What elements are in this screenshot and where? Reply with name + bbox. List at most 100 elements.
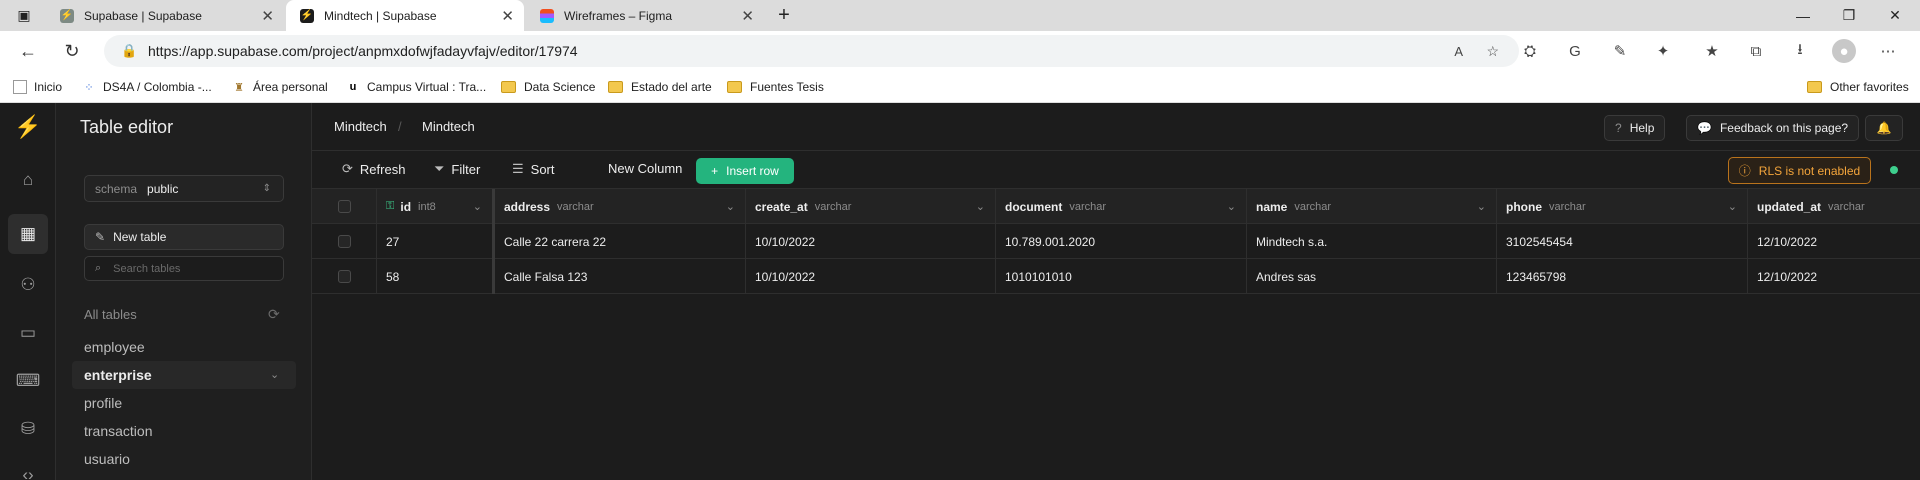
- extension-icon[interactable]: ⛭: [1518, 39, 1542, 63]
- browser-tab[interactable]: Wireframes – Figma ✕: [526, 0, 764, 31]
- row-checkbox[interactable]: [337, 270, 351, 283]
- breadcrumb-project[interactable]: Mindtech: [422, 119, 475, 134]
- tab-actions-icon[interactable]: ▣: [6, 0, 42, 31]
- more-menu-icon[interactable]: ⋯: [1876, 39, 1900, 63]
- home-icon[interactable]: ⌂: [16, 168, 40, 192]
- database-icon[interactable]: ⛁: [16, 417, 40, 441]
- downloads-icon[interactable]: ⭳: [1788, 39, 1812, 63]
- breadcrumb-separator: /: [398, 119, 402, 134]
- bookmark-folder-estado-del-arte[interactable]: Estado del arte: [608, 78, 712, 96]
- storage-icon[interactable]: ▭: [16, 321, 40, 345]
- column-header-create-at[interactable]: create_at varchar ⌄: [746, 189, 996, 224]
- column-header-name[interactable]: name varchar ⌄: [1247, 189, 1497, 224]
- cell-phone[interactable]: 3102545454: [1497, 224, 1748, 259]
- cell-create-at[interactable]: 10/10/2022: [746, 259, 996, 294]
- sort-button[interactable]: ☰ Sort: [512, 161, 555, 177]
- cell-name[interactable]: Mindtech s.a.: [1247, 224, 1497, 259]
- bookmark-folder-fuentes-tesis[interactable]: Fuentes Tesis: [727, 78, 824, 96]
- refresh-button[interactable]: ⟳ Refresh: [342, 161, 405, 177]
- column-header-document[interactable]: document varchar ⌄: [996, 189, 1247, 224]
- bookmark-inicio[interactable]: Inicio: [13, 78, 62, 96]
- cell-id[interactable]: 58: [377, 259, 495, 294]
- refresh-label: Refresh: [359, 161, 406, 177]
- chevron-down-icon[interactable]: ⌄: [726, 200, 735, 213]
- search-tables-input[interactable]: ⌕ Search tables: [84, 256, 284, 281]
- rls-warning-badge[interactable]: ⓘ RLS is not enabled: [1728, 157, 1871, 184]
- back-icon[interactable]: ←: [14, 37, 42, 65]
- api-icon[interactable]: ‹›: [16, 463, 40, 480]
- cell-name[interactable]: Andres sas: [1247, 259, 1497, 294]
- new-tab-button[interactable]: +: [770, 0, 798, 31]
- sidebar-item-transaction[interactable]: transaction: [84, 423, 152, 439]
- schema-select[interactable]: schema public ⇕: [84, 175, 284, 202]
- new-column-button[interactable]: New Column: [608, 161, 682, 176]
- sidebar-item-employee[interactable]: employee: [84, 339, 145, 355]
- window-close-icon[interactable]: ✕: [1872, 0, 1918, 31]
- table-editor-icon[interactable]: ▦: [8, 214, 48, 254]
- chevron-down-icon[interactable]: ⌄: [1227, 200, 1236, 213]
- reload-icon[interactable]: ↻: [58, 37, 86, 65]
- close-icon[interactable]: ✕: [501, 7, 514, 25]
- cell-id[interactable]: 27: [377, 224, 495, 259]
- cell-address[interactable]: Calle Falsa 123: [495, 259, 746, 294]
- close-icon[interactable]: ✕: [261, 7, 274, 25]
- favorite-star-icon[interactable]: ☆: [1486, 43, 1499, 60]
- breadcrumb-org[interactable]: Mindtech: [334, 119, 387, 134]
- row-select-cell: [312, 259, 377, 294]
- column-header-updated-at[interactable]: updated_at varchar: [1748, 189, 1920, 224]
- insert-row-button[interactable]: + Insert row: [696, 158, 794, 184]
- profile-avatar-icon[interactable]: ●: [1832, 39, 1856, 63]
- notifications-button[interactable]: 🔔: [1865, 115, 1903, 141]
- chevron-down-icon[interactable]: ⌄: [1728, 200, 1737, 213]
- cell-document[interactable]: 10.789.001.2020: [996, 224, 1247, 259]
- chevron-down-icon[interactable]: ⌄: [270, 368, 279, 381]
- url-field[interactable]: 🔒 https://app.supabase.com/project/anpmx…: [104, 35, 1519, 67]
- favorites-icon[interactable]: ★: [1700, 39, 1724, 63]
- cell-document[interactable]: 1010101010: [996, 259, 1247, 294]
- filter-button[interactable]: ⏷ Filter: [434, 161, 480, 177]
- chevron-down-icon[interactable]: ⌄: [473, 200, 482, 213]
- restore-icon[interactable]: ❐: [1826, 0, 1872, 31]
- users-icon[interactable]: ⚇: [16, 273, 40, 297]
- new-table-button[interactable]: ✎ New table: [84, 224, 284, 250]
- sidebar-item-enterprise[interactable]: enterprise: [84, 367, 152, 383]
- sidebar-item-usuario[interactable]: usuario: [84, 451, 130, 467]
- cell-create-at[interactable]: 10/10/2022: [746, 224, 996, 259]
- bookmark-ds4a[interactable]: ⁘ DS4A / Colombia -...: [82, 78, 211, 96]
- help-button[interactable]: ? Help: [1604, 115, 1666, 141]
- collections-icon[interactable]: ⧉: [1744, 39, 1768, 63]
- extensions-puzzle-icon[interactable]: ✦: [1651, 39, 1675, 63]
- minimize-icon[interactable]: —: [1780, 0, 1826, 31]
- read-aloud-icon[interactable]: A: [1454, 44, 1463, 59]
- select-all-checkbox[interactable]: [337, 200, 351, 213]
- cell-updated-at[interactable]: 12/10/2022: [1748, 259, 1920, 294]
- sidebar-item-profile[interactable]: profile: [84, 395, 122, 411]
- column-header-phone[interactable]: phone varchar ⌄: [1497, 189, 1748, 224]
- sql-editor-icon[interactable]: ⌨: [16, 369, 41, 393]
- table-row[interactable]: 58 Calle Falsa 123 10/10/2022 1010101010…: [312, 259, 1920, 294]
- cell-phone[interactable]: 123465798: [1497, 259, 1748, 294]
- refresh-tables-icon[interactable]: ⟳: [268, 306, 280, 323]
- table-row[interactable]: 27 Calle 22 carrera 22 10/10/2022 10.789…: [312, 224, 1920, 259]
- bookmark-area-personal[interactable]: ♜ Área personal: [232, 78, 328, 96]
- column-header-id[interactable]: ⚿ id int8 ⌄: [377, 189, 495, 224]
- row-checkbox[interactable]: [337, 235, 351, 248]
- browser-tab-active[interactable]: ⚡ Mindtech | Supabase ✕: [286, 0, 524, 31]
- browser-tab[interactable]: ⚡ Supabase | Supabase ✕: [46, 0, 284, 31]
- grammarly-icon[interactable]: G: [1563, 39, 1587, 63]
- bookmark-folder-data-science[interactable]: Data Science: [501, 78, 595, 96]
- cell-address[interactable]: Calle 22 carrera 22: [495, 224, 746, 259]
- all-tables-heading: All tables: [84, 307, 137, 322]
- bookmark-campus-virtual[interactable]: u Campus Virtual : Tra...: [346, 78, 487, 96]
- close-icon[interactable]: ✕: [741, 7, 754, 25]
- column-header-address[interactable]: address varchar ⌄: [495, 189, 746, 224]
- chevron-down-icon[interactable]: ⌄: [1477, 200, 1486, 213]
- column-type: varchar: [1549, 200, 1586, 213]
- chevron-down-icon[interactable]: ⌄: [976, 200, 985, 213]
- color-picker-icon[interactable]: ✎: [1608, 39, 1632, 63]
- tab-title: Supabase | Supabase: [84, 8, 202, 23]
- feedback-button[interactable]: 💬 Feedback on this page?: [1686, 115, 1860, 141]
- cell-updated-at[interactable]: 12/10/2022: [1748, 224, 1920, 259]
- supabase-logo-icon[interactable]: ⚡: [14, 114, 41, 139]
- bookmark-other-favorites[interactable]: Other favorites: [1807, 78, 1909, 96]
